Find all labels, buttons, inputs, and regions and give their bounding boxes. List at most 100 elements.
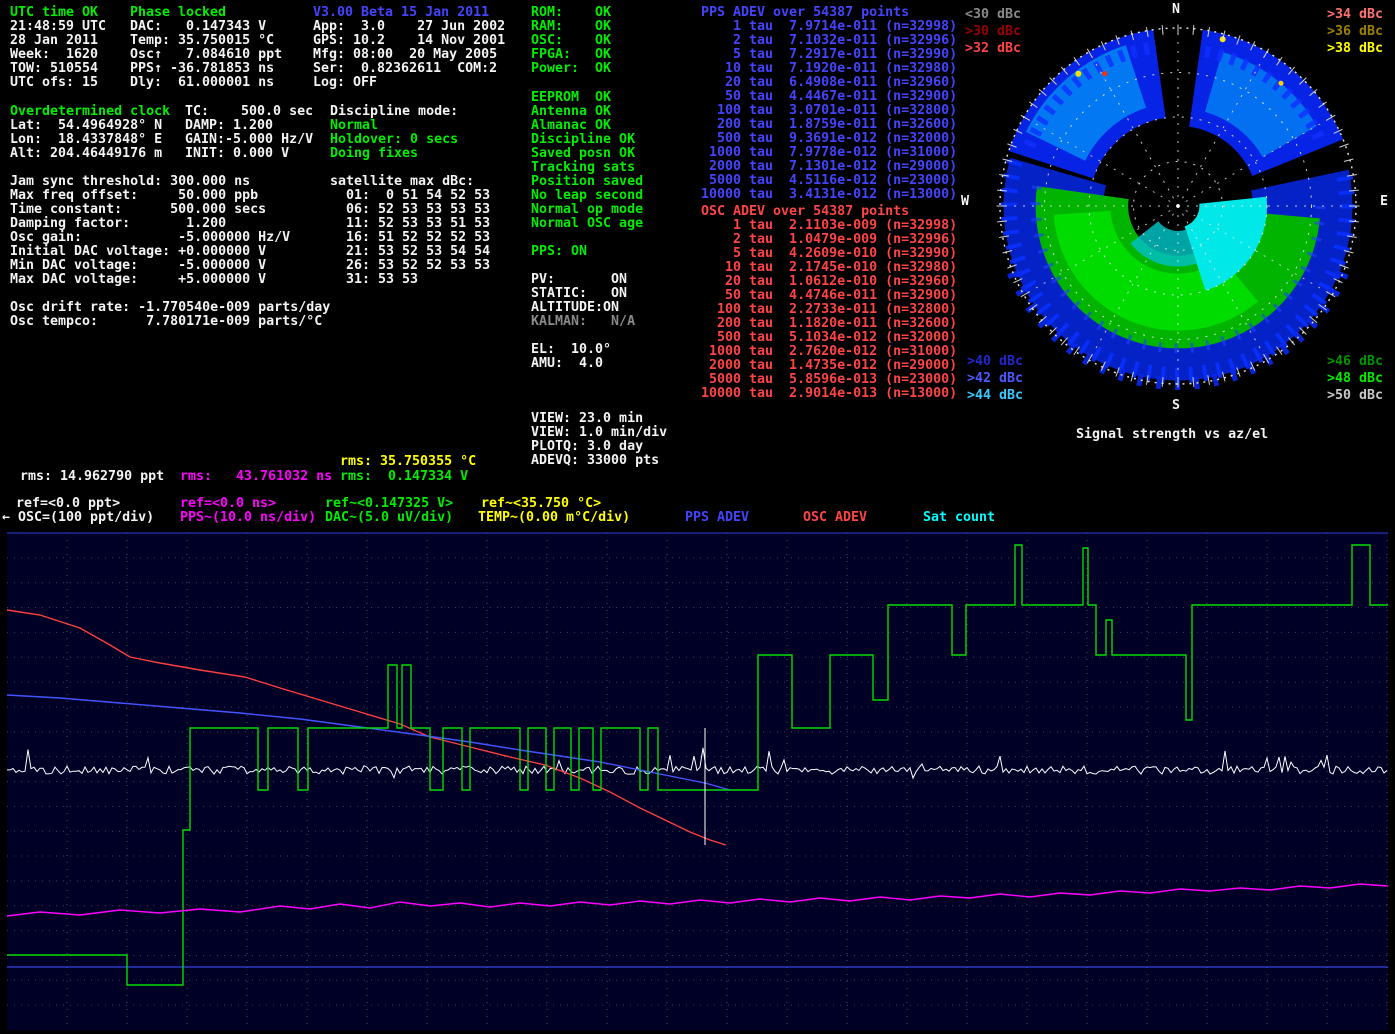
rms-dac: rms: 0.147334 V — [340, 470, 468, 484]
compass-s: S — [1172, 399, 1180, 413]
jam-params-line: Min DAC voltage: -5.000000 V — [10, 259, 290, 273]
legend-sat-count: Sat count — [923, 511, 995, 525]
el-amu: EL: 10.0°AMU: 4.0 — [531, 343, 611, 371]
osc-adev-table-line: 2000 tau 1.4735e-012 (n=29000) — [701, 359, 957, 373]
discipline-mode-line: Doing fixes — [330, 147, 458, 161]
view-info-line: PLOTQ: 3.0 day — [531, 440, 667, 454]
dbc-left-bottom: >40 dBc>42 dBc>44 dBc — [967, 353, 1023, 404]
signal-speck — [1075, 71, 1081, 77]
dbc-left-top-line: >32 dBc — [965, 40, 1021, 57]
gps-status-line: Position saved — [531, 175, 643, 189]
pps-adev-table-line: 100 tau 3.0701e-011 (n=32800) — [701, 104, 957, 118]
dbc-left-bottom-line: >44 dBc — [967, 387, 1023, 404]
horizon-tick — [1339, 144, 1348, 147]
selftest-status: ROM: OKRAM: OKOSC: OKFPGA: OKPower: OK — [531, 6, 611, 76]
rms-osc: rms: 14.962790 ppt — [20, 470, 164, 484]
pps-adev-table-line: 5000 tau 4.5116e-012 (n=23000) — [701, 174, 957, 188]
fix-flags-line: KALMAN: N/A — [531, 315, 635, 329]
gps-status-line: Normal OSC age — [531, 217, 643, 231]
rms-temp: rms: 35.750355 °C — [340, 455, 476, 469]
sat-max-dbc-line: 16: 51 52 52 52 53 — [330, 231, 490, 245]
pps-adev-table-line: 50 tau 4.4467e-011 (n=32900) — [701, 90, 957, 104]
jam-params-line: Max freq offset: 50.000 ppb — [10, 189, 290, 203]
view-info-line: ADEVQ: 33000 pts — [531, 454, 667, 468]
dbc-left-top-line: >30 dBc — [965, 23, 1021, 40]
view-info-line: VIEW: 23.0 min — [531, 412, 667, 426]
gps-status-line: Saved posn OK — [531, 147, 643, 161]
selftest-status-line: OSC: OK — [531, 34, 611, 48]
discipline-mode-line: Discipline mode: — [330, 105, 458, 119]
version-info-line: App: 3.0 27 Jun 2002 — [313, 20, 505, 34]
osc-adev-table-line: 5000 tau 5.8596e-013 (n=23000) — [701, 373, 957, 387]
main-plot-area[interactable] — [0, 530, 1395, 1034]
polar-caption: Signal strength vs az/el — [1076, 428, 1268, 442]
ref-dac: ref~<0.147325 V> — [325, 497, 453, 511]
discipline-mode: Discipline mode:NormalHoldover: 0 secsDo… — [330, 105, 458, 161]
pps-adev-table: PPS ADEV over 54387 points 1 tau 7.9714e… — [701, 6, 957, 202]
loop-params-line: GAIN:-5.000 Hz/V — [185, 133, 313, 147]
rms-pps: rms: 43.761032 ns — [180, 470, 332, 484]
el-amu-line: EL: 10.0° — [531, 343, 611, 357]
legend-osc-adev-line: OSC ADEV — [803, 511, 867, 525]
pps-adev-table-line: 1000 tau 7.9778e-012 (n=31000) — [701, 146, 957, 160]
osc-adev-table: OSC ADEV over 54387 points 1 tau 2.1103e… — [701, 205, 957, 401]
horizon-tick — [1061, 338, 1067, 345]
jam-params-line: Osc gain: -5.000000 Hz/V — [10, 231, 290, 245]
osc-drift-line: Osc tempco: 7.780171e-009 parts/°C — [10, 315, 330, 329]
scale-pps-line: PPS~(10.0 ns/div) — [180, 511, 316, 525]
polar-caption-line: Signal strength vs az/el — [1076, 428, 1268, 442]
osc-adev-table-line: 200 tau 1.1820e-011 (n=32600) — [701, 317, 957, 331]
osc-adev-table-line: 20 tau 1.0612e-010 (n=32960) — [701, 275, 957, 289]
od-clock-line: Lat: 54.4964928° N — [10, 119, 170, 133]
compass-w-line: W — [961, 195, 969, 209]
scale-dac: DAC~(5.0 uV/div) — [325, 511, 453, 525]
osc-drift-line: Osc drift rate: -1.770540e-009 parts/day — [10, 301, 330, 315]
dbc-right-bottom: >46 dBc>48 dBc>50 dBc — [1327, 353, 1383, 404]
sat-max-dbc-line: 11: 52 53 53 51 53 — [330, 217, 490, 231]
rms-temp-line: rms: 35.750355 °C — [340, 455, 476, 469]
jam-params-line: Time constant: 500.000 secs — [10, 203, 290, 217]
pps-adev-table-line: 200 tau 1.8759e-011 (n=32600) — [701, 118, 957, 132]
pps-adev-table-line: 1 tau 7.9714e-011 (n=32998) — [701, 20, 957, 34]
pps-adev-table-line: 10 tau 7.1920e-011 (n=32980) — [701, 62, 957, 76]
jam-params: Jam sync threshold: 300.000 nsMax freq o… — [10, 175, 290, 287]
horizon-tick — [1193, 25, 1194, 35]
scale-temp-line: TEMP~(0.00 m°C/div) — [478, 511, 630, 525]
osc-adev-table-line: OSC ADEV over 54387 points — [701, 205, 957, 219]
scale-pps: PPS~(10.0 ns/div) — [180, 511, 316, 525]
fix-flags-line: PV: ON — [531, 273, 635, 287]
dbc-left-bottom-line: >40 dBc — [967, 353, 1023, 370]
osc-adev-table-line: 2 tau 1.0479e-009 (n=32996) — [701, 233, 957, 247]
phase-status-line: Osc↑ 7.084610 ppt — [130, 48, 282, 62]
pps-adev-table-line: 10000 tau 3.4131e-012 (n=13000) — [701, 188, 957, 202]
el-amu-line: AMU: 4.0 — [531, 357, 611, 371]
osc-adev-table-line: 10 tau 2.1745e-010 (n=32980) — [701, 261, 957, 275]
pps-adev-table-line: 2 tau 7.1032e-011 (n=32996) — [701, 34, 957, 48]
pps-state-line: PPS: ON — [531, 245, 587, 259]
fix-flags-line: ALTITUDE:ON — [531, 301, 635, 315]
osc-adev-table-line: 50 tau 4.4746e-011 (n=32900) — [701, 289, 957, 303]
phase-status-line: Dly: 61.000001 ns — [130, 76, 282, 90]
pps-adev-table-line: 20 tau 6.4908e-011 (n=32960) — [701, 76, 957, 90]
ref-temp-line: ref~<35.750 °C> — [481, 497, 601, 511]
ref-osc: ref=<0.0 ppt> — [16, 497, 120, 511]
loop-params: TC: 500.0 secDAMP: 1.200GAIN:-5.000 Hz/V… — [185, 105, 313, 161]
ref-pps-line: ref=<0.0 ns> — [180, 497, 276, 511]
sat-max-dbc: satellite max dBc: 01: 0 51 54 52 53 06:… — [330, 175, 490, 287]
rms-pps-line: rms: 43.761032 ns — [180, 470, 332, 484]
selftest-status-line: RAM: OK — [531, 20, 611, 34]
ref-dac-line: ref~<0.147325 V> — [325, 497, 453, 511]
sat-max-dbc-line: 01: 0 51 54 52 53 — [330, 189, 490, 203]
phase-status-line: PPS↑ -36.781853 ns — [130, 62, 282, 76]
gps-status-line: Tracking sats — [531, 161, 643, 175]
utc-status-line: Week: 1620 — [10, 48, 106, 62]
phase-status-line: DAC: 0.147343 V — [130, 20, 282, 34]
phase-status-line: Phase locked — [130, 6, 282, 20]
ref-temp: ref~<35.750 °C> — [481, 497, 601, 511]
legend-pps-adev-line: PPS ADEV — [685, 511, 749, 525]
scale-temp: TEMP~(0.00 m°C/div) — [478, 511, 630, 525]
pps-state: PPS: ON — [531, 245, 587, 259]
compass-s-line: S — [1172, 399, 1180, 413]
version-info-line: Mfg: 08:00 20 May 2005 — [313, 48, 505, 62]
horizon-tick — [1344, 159, 1353, 162]
